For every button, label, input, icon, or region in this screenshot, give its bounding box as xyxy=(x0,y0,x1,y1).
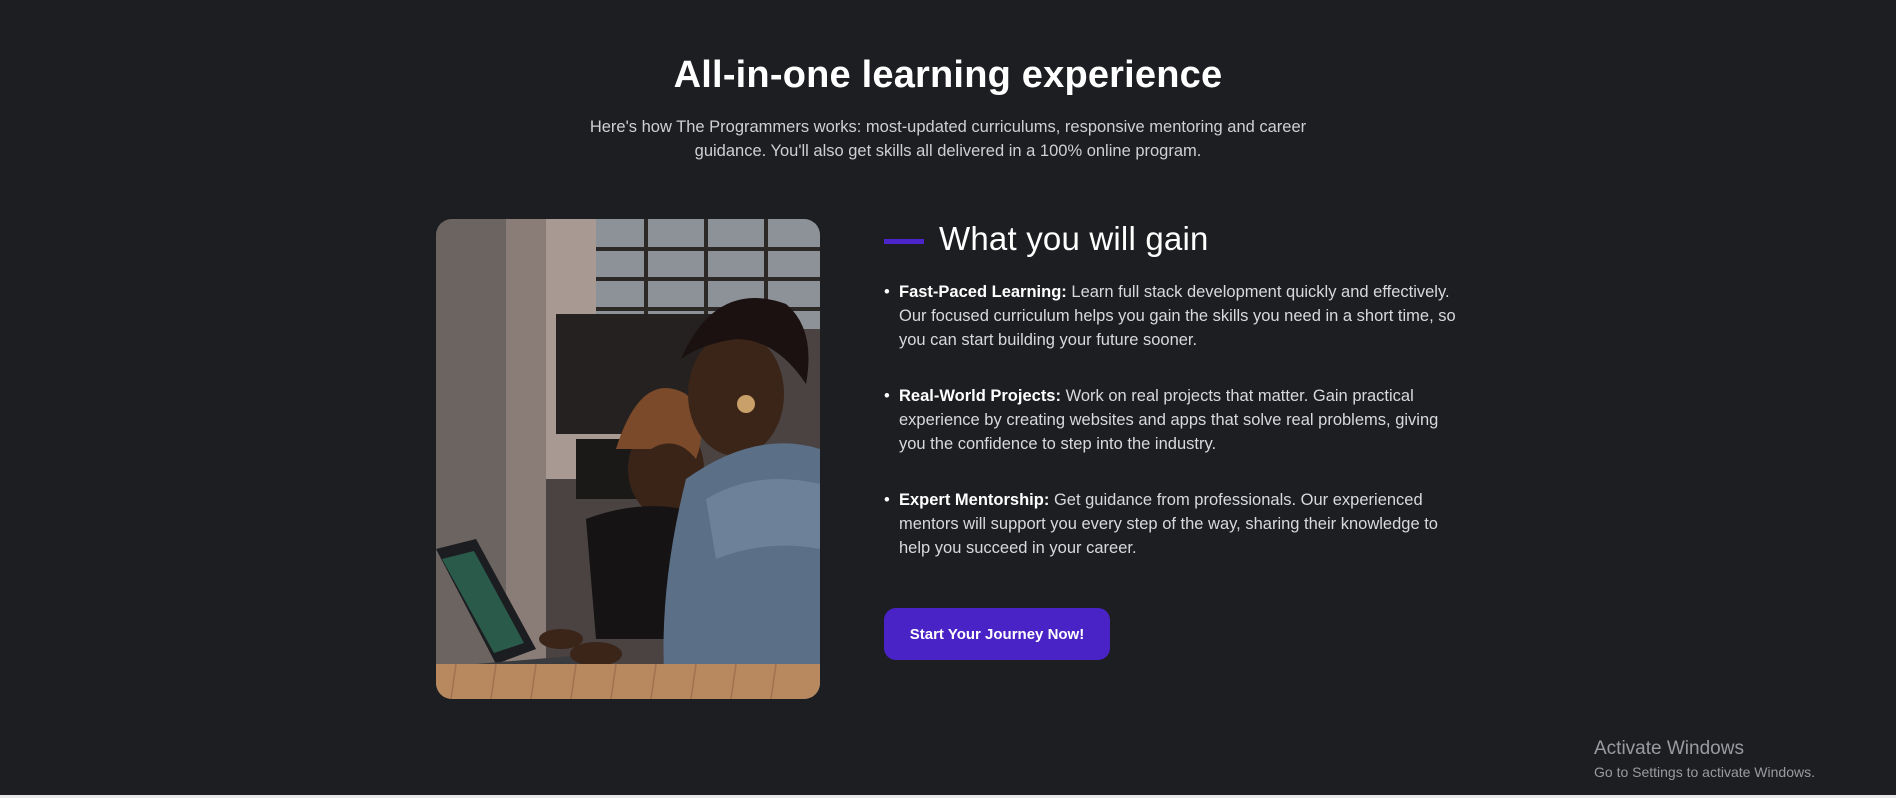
section-subtitle: Here's how The Programmers works: most-u… xyxy=(589,118,1307,160)
activate-windows-subtitle: Go to Settings to activate Windows. xyxy=(1594,764,1815,780)
benefit-lead: Expert Mentorship: xyxy=(899,491,1050,509)
benefits-list: • Fast-Paced Learning: Learn full stack … xyxy=(884,280,1464,592)
gain-title: What you will gain xyxy=(939,220,1209,257)
activate-windows-watermark: Activate Windows Go to Settings to activ… xyxy=(1594,738,1815,782)
section-title: All-in-one learning experience xyxy=(673,54,1223,96)
gain-accent-bar xyxy=(884,239,924,244)
benefit-lead: Fast-Paced Learning: xyxy=(899,283,1067,301)
page: All-in-one learning experience Here's ho… xyxy=(0,0,1896,795)
bullet: • xyxy=(884,283,890,301)
benefit-item: • Expert Mentorship: Get guidance from p… xyxy=(884,488,1464,560)
benefit-item: • Real-World Projects: Work on real proj… xyxy=(884,384,1464,456)
start-journey-button[interactable]: Start Your Journey Now! xyxy=(884,608,1110,660)
students-photo xyxy=(436,219,820,699)
activate-windows-title: Activate Windows xyxy=(1594,738,1744,759)
benefit-lead: Real-World Projects: xyxy=(899,387,1061,405)
bullet: • xyxy=(884,387,890,405)
bullet: • xyxy=(884,491,890,509)
benefit-item: • Fast-Paced Learning: Learn full stack … xyxy=(884,280,1464,352)
